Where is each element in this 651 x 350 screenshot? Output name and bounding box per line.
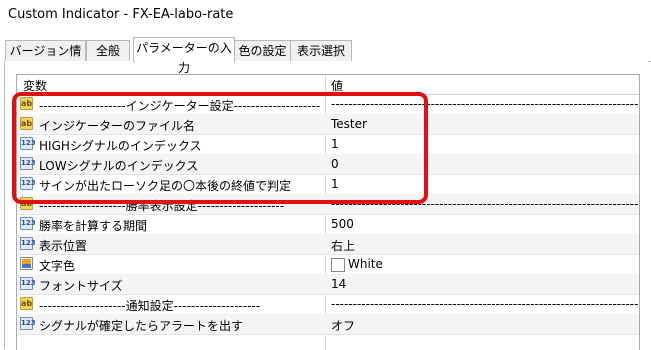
color-icon (20, 257, 33, 270)
param-row-winrate-section[interactable]: ab --------------------勝率表示設定-----------… (17, 194, 639, 215)
numeric-icon: 123 (20, 277, 36, 290)
param-row-font-size[interactable]: 123 フォントサイズ 14 (17, 274, 639, 295)
ab-icon: ab (20, 197, 33, 210)
param-name: インジケーターのファイル名 (39, 119, 196, 133)
param-row-indicator-section[interactable]: ab --------------------インジケーター設定--------… (17, 94, 639, 115)
param-value[interactable]: オフ (331, 317, 355, 334)
param-name: フォントサイズ (39, 279, 123, 293)
ab-icon: ab (20, 297, 33, 310)
param-value[interactable]: 0 (331, 157, 339, 171)
parameters-grid: 変数 値 ab --------------------インジケーター設定---… (16, 74, 640, 350)
param-value[interactable]: Tester (331, 117, 367, 131)
param-value[interactable]: ----------------------------------------… (331, 197, 639, 211)
param-name: 勝率を計算する期間 (39, 219, 148, 233)
numeric-icon: 123 (20, 157, 36, 170)
param-value[interactable]: 500 (331, 217, 354, 231)
numeric-icon: 123 (20, 137, 36, 150)
grid-header: 変数 値 (17, 75, 639, 95)
param-row-notify-section[interactable]: ab --------------------通知設定-------------… (17, 294, 639, 315)
param-row-judge-bars[interactable]: 123 サインが出たローソク足の〇本後の終値で判定 1 (17, 174, 639, 195)
param-row-display-position[interactable]: 123 表示位置 右上 (17, 234, 639, 255)
tab-version-info[interactable]: バージョン情報 (5, 40, 86, 78)
tab-parameters[interactable]: パラメーターの入力 (133, 37, 235, 75)
param-name: LOWシグナルのインデックス (39, 159, 199, 173)
numeric-icon: 123 (20, 317, 36, 330)
title-bar: Custom Indicator - FX-EA-labo-rate (0, 0, 651, 34)
param-value[interactable]: ----------------------------------------… (331, 97, 639, 111)
param-name: --------------------インジケーター設定-----------… (39, 99, 321, 113)
param-value[interactable]: ----------------------------------------… (331, 297, 639, 311)
param-row-indicator-file[interactable]: ab インジケーターのファイル名 Tester (17, 114, 639, 135)
tab-color-settings[interactable]: 色の設定 (234, 40, 291, 63)
param-value[interactable]: 右上 (331, 237, 355, 254)
tab-bar: バージョン情報 全般 パラメーターの入力 色の設定 表示選択 (0, 34, 651, 78)
param-value[interactable]: 14 (331, 277, 346, 291)
param-row-text-color[interactable]: 文字色 White (17, 254, 639, 275)
param-name: --------------------勝率表示設定--------------… (39, 199, 285, 213)
param-value[interactable]: White (348, 257, 383, 271)
param-name: 表示位置 (39, 239, 88, 253)
tab-general[interactable]: 全般 (86, 40, 130, 63)
param-name: シグナルが確定したらアラートを出す (39, 319, 244, 333)
param-name: HIGHシグナルのインデックス (39, 139, 202, 153)
ab-icon: ab (20, 97, 33, 110)
param-row-calc-period[interactable]: 123 勝率を計算する期間 500 (17, 214, 639, 235)
param-row-high-index[interactable]: 123 HIGHシグナルのインデックス 1 (17, 134, 639, 155)
column-header-variable[interactable]: 変数 (23, 77, 47, 94)
param-value[interactable]: 1 (331, 177, 339, 191)
column-header-value[interactable]: 値 (331, 77, 343, 94)
param-value[interactable]: 1 (331, 137, 339, 151)
numeric-icon: 123 (20, 237, 36, 250)
param-name: --------------------通知設定----------------… (39, 299, 261, 313)
param-name: サインが出たローソク足の〇本後の終値で判定 (39, 179, 292, 193)
numeric-icon: 123 (20, 177, 36, 190)
color-swatch[interactable] (331, 258, 345, 272)
window-title: Custom Indicator - FX-EA-labo-rate (8, 7, 234, 22)
param-row-signal-alert[interactable]: 123 シグナルが確定したらアラートを出す オフ (17, 314, 639, 335)
param-name: 文字色 (39, 259, 76, 273)
ab-icon: ab (20, 117, 33, 130)
tab-display-selection[interactable]: 表示選択 (290, 40, 352, 63)
param-row-low-index[interactable]: 123 LOWシグナルのインデックス 0 (17, 154, 639, 175)
numeric-icon: 123 (20, 217, 36, 230)
